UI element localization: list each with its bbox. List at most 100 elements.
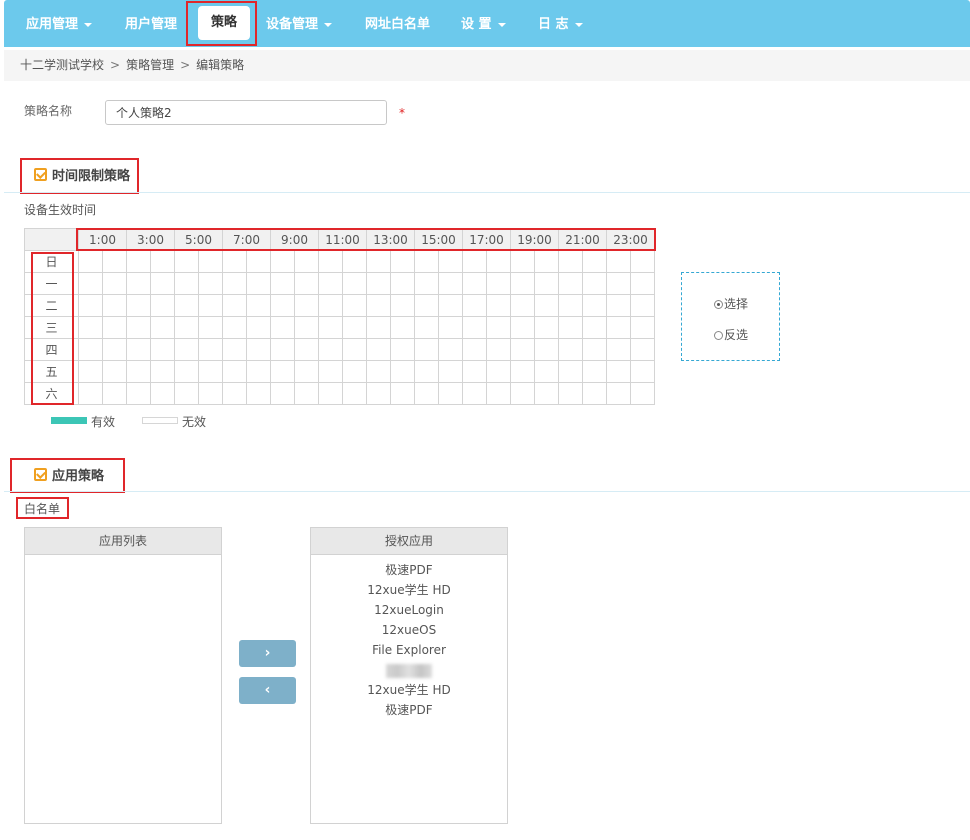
time-slot-cell[interactable]: [486, 272, 511, 295]
time-slot-cell[interactable]: [630, 294, 655, 317]
time-slot-cell[interactable]: [174, 250, 199, 273]
breadcrumb-school[interactable]: 十二学测试学校: [20, 58, 104, 72]
list-item[interactable]: 12xue学生 HD: [311, 580, 507, 600]
time-slot-cell[interactable]: [486, 294, 511, 317]
time-slot-cell[interactable]: [318, 338, 343, 361]
time-slot-cell[interactable]: [270, 338, 295, 361]
time-slot-cell[interactable]: [318, 316, 343, 339]
time-slot-cell[interactable]: [198, 272, 223, 295]
time-slot-cell[interactable]: [294, 338, 319, 361]
time-slot-cell[interactable]: [558, 360, 583, 383]
list-item[interactable]: 12xue学生 HD: [311, 680, 507, 700]
time-slot-cell[interactable]: [246, 250, 271, 273]
time-slot-cell[interactable]: [414, 294, 439, 317]
time-slot-cell[interactable]: [630, 250, 655, 273]
nav-user-management[interactable]: 用户管理: [125, 13, 177, 33]
time-slot-cell[interactable]: [534, 382, 559, 405]
time-slot-cell[interactable]: [630, 382, 655, 405]
time-slot-cell[interactable]: [246, 360, 271, 383]
time-slot-cell[interactable]: [606, 272, 631, 295]
time-slot-cell[interactable]: [414, 272, 439, 295]
time-slot-cell[interactable]: [126, 316, 151, 339]
nav-device-management[interactable]: 设备管理: [266, 13, 333, 33]
time-slot-cell[interactable]: [78, 382, 103, 405]
time-slot-cell[interactable]: [486, 316, 511, 339]
time-slot-cell[interactable]: [318, 272, 343, 295]
time-slot-cell[interactable]: [150, 294, 175, 317]
time-slot-cell[interactable]: [582, 360, 607, 383]
time-slot-cell[interactable]: [222, 316, 247, 339]
time-slot-cell[interactable]: [198, 360, 223, 383]
time-slot-cell[interactable]: [270, 272, 295, 295]
time-slot-cell[interactable]: [246, 272, 271, 295]
time-slot-cell[interactable]: [438, 272, 463, 295]
time-slot-cell[interactable]: [174, 272, 199, 295]
time-slot-cell[interactable]: [102, 272, 127, 295]
time-slot-cell[interactable]: [246, 338, 271, 361]
time-slot-cell[interactable]: [390, 316, 415, 339]
time-slot-cell[interactable]: [414, 250, 439, 273]
time-slot-cell[interactable]: [534, 250, 559, 273]
time-slot-cell[interactable]: [606, 338, 631, 361]
time-slot-cell[interactable]: [438, 316, 463, 339]
time-slot-cell[interactable]: [174, 382, 199, 405]
time-slot-cell[interactable]: [582, 250, 607, 273]
time-slot-cell[interactable]: [510, 360, 535, 383]
time-slot-cell[interactable]: [534, 338, 559, 361]
time-slot-cell[interactable]: [366, 316, 391, 339]
move-left-button[interactable]: ‹: [239, 677, 296, 704]
time-slot-cell[interactable]: [390, 294, 415, 317]
time-slot-cell[interactable]: [582, 338, 607, 361]
time-slot-cell[interactable]: [126, 294, 151, 317]
time-slot-cell[interactable]: [126, 338, 151, 361]
time-slot-cell[interactable]: [534, 316, 559, 339]
time-slot-cell[interactable]: [270, 382, 295, 405]
time-slot-cell[interactable]: [534, 360, 559, 383]
time-slot-cell[interactable]: [318, 382, 343, 405]
time-slot-cell[interactable]: [510, 338, 535, 361]
time-slot-cell[interactable]: [150, 272, 175, 295]
time-slot-cell[interactable]: [414, 360, 439, 383]
time-slot-cell[interactable]: [582, 316, 607, 339]
time-slot-cell[interactable]: [150, 250, 175, 273]
time-slot-cell[interactable]: [510, 316, 535, 339]
option-invert[interactable]: 反选: [714, 326, 748, 343]
time-slot-cell[interactable]: [126, 272, 151, 295]
time-slot-cell[interactable]: [582, 294, 607, 317]
time-policy-checkbox[interactable]: [34, 168, 47, 181]
time-slot-cell[interactable]: [462, 250, 487, 273]
time-slot-cell[interactable]: [222, 294, 247, 317]
app-policy-checkbox[interactable]: [34, 468, 47, 481]
time-slot-cell[interactable]: [438, 382, 463, 405]
time-slot-cell[interactable]: [606, 316, 631, 339]
time-slot-cell[interactable]: [342, 294, 367, 317]
time-slot-cell[interactable]: [414, 382, 439, 405]
time-slot-cell[interactable]: [222, 360, 247, 383]
time-slot-cell[interactable]: [534, 294, 559, 317]
list-item[interactable]: File Explorer: [311, 640, 507, 660]
time-slot-cell[interactable]: [510, 382, 535, 405]
nav-policy[interactable]: 策略: [198, 6, 250, 40]
time-slot-cell[interactable]: [198, 294, 223, 317]
time-slot-cell[interactable]: [150, 382, 175, 405]
time-slot-cell[interactable]: [150, 338, 175, 361]
time-slot-cell[interactable]: [102, 338, 127, 361]
time-slot-cell[interactable]: [414, 338, 439, 361]
time-slot-cell[interactable]: [294, 294, 319, 317]
time-slot-cell[interactable]: [246, 316, 271, 339]
time-slot-cell[interactable]: [270, 294, 295, 317]
nav-settings[interactable]: 设 置: [461, 13, 506, 33]
radio-icon[interactable]: [714, 300, 723, 309]
move-right-button[interactable]: ›: [239, 640, 296, 667]
time-slot-cell[interactable]: [606, 294, 631, 317]
time-slot-cell[interactable]: [486, 382, 511, 405]
time-slot-cell[interactable]: [318, 250, 343, 273]
time-slot-cell[interactable]: [366, 360, 391, 383]
time-slot-cell[interactable]: [318, 360, 343, 383]
time-slot-cell[interactable]: [438, 338, 463, 361]
time-slot-cell[interactable]: [582, 272, 607, 295]
time-slot-cell[interactable]: [102, 382, 127, 405]
time-slot-cell[interactable]: [414, 316, 439, 339]
time-slot-cell[interactable]: [366, 382, 391, 405]
time-slot-cell[interactable]: [318, 294, 343, 317]
